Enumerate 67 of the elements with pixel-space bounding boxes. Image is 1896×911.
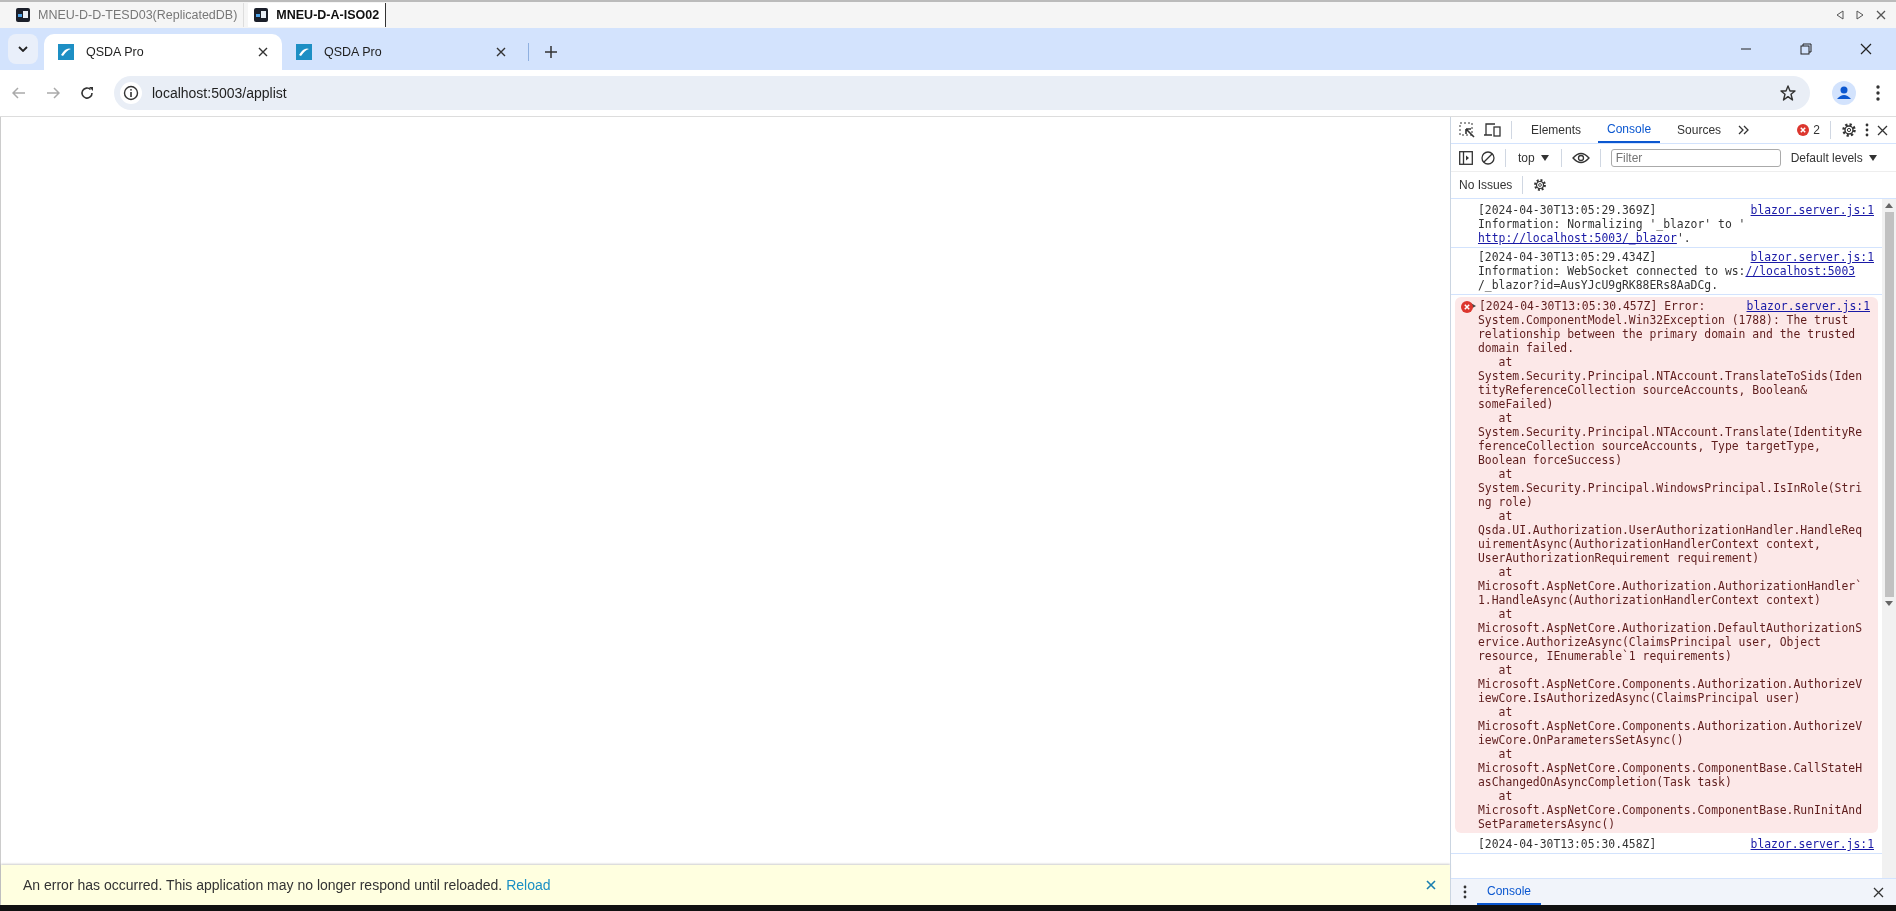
url-link[interactable]: //localhost:5003 bbox=[1745, 264, 1856, 278]
menu-icon[interactable] bbox=[1876, 85, 1880, 101]
address-bar[interactable]: localhost:5003/applist bbox=[114, 76, 1810, 110]
close-icon[interactable] bbox=[496, 47, 506, 57]
monitor-icon bbox=[16, 8, 30, 22]
device-toolbar-icon[interactable] bbox=[1483, 123, 1501, 137]
sidebar-toggle-icon[interactable] bbox=[1459, 150, 1473, 165]
menu-icon[interactable] bbox=[1463, 885, 1467, 899]
log-timestamp: [2024-04-30T13:05:29.369Z] bbox=[1478, 203, 1657, 217]
error-message: An error has occurred. This application may no longer respond until reloaded. bbox=[23, 877, 503, 893]
devtools-tab[interactable]: Elements bbox=[1522, 117, 1591, 143]
app-logo-icon bbox=[296, 44, 312, 60]
info-icon[interactable] bbox=[120, 82, 142, 104]
log-levels-dropdown[interactable]: Default levels bbox=[1788, 150, 1879, 165]
settings-icon[interactable] bbox=[1841, 122, 1857, 138]
settings-icon[interactable] bbox=[1533, 178, 1548, 192]
log-message-text: System.ComponentModel.Win32Exception (1788): The trust relationship between the primary domain and the trusted domain failed. at System.Security.Principal.NTAccount.TranslateToSids(Iden tityReferenceCollection sourceAccounts, Boolean& someFailed) at System.Security.Principal.NTAccount.Translate(IdentityRe ferenceCollection sourceAccounts, Type targetType, Boolean forceSuccess) at System.Security.Principal.WindowsPrincipal.IsInRole(Stri ng role) at Qsda.UI.Authorization.UserAuthorizationHandler.HandleReq uirementAsync(AuthorizationHandlerContext context, UserAuthorizationRequirement requirement) at Microsoft.AspNetCore.Authorization.AuthorizationHandler` 1.HandleAsync(AuthorizationHandlerContext context) at Microsoft.AspNetCore.Authorization.DefaultAuthorizationS ervice.AuthorizeAsync(ClaimsPrincipal user, Object resource, IEnumerable`1 requirements) at Microsoft.AspNetCore.Components.Authorization.AuthorizeV iewCore.IsAuthorizedAsync(ClaimsPrincipal user) at Microsoft.AspNetCore.Components.Authorization.AuthorizeV iewCore.OnParametersSetAsync() at Microsoft.AspNetCore.Components.ComponentBase.CallStateH asChangedOnAsyncCompletion(Task task) at Microsoft.AspNetCore.Components.ComponentBase.RunInitAnd SetParametersAsync() bbox=[1478, 313, 1864, 831]
source-link[interactable]: blazor.server.js:1 bbox=[1750, 837, 1874, 851]
error-icon bbox=[1797, 124, 1810, 136]
url-link[interactable]: http://localhost:5003/_blazor bbox=[1478, 231, 1677, 245]
filter-field[interactable]: Filter bbox=[1610, 148, 1781, 167]
scroll-down-icon[interactable] bbox=[1885, 601, 1893, 606]
expand-triangle-icon[interactable] bbox=[1469, 302, 1476, 310]
scrollbar[interactable] bbox=[1882, 199, 1896, 878]
caret-icon bbox=[1868, 154, 1877, 161]
source-link[interactable]: blazor.server.js:1 bbox=[1750, 250, 1874, 264]
log-message-text: Information: Normalizing '_blazor' to ' http://localhost:5003/_blazor'. bbox=[1478, 217, 1747, 245]
log-timestamp: [2024-04-30T13:05:30.458Z] bbox=[1478, 837, 1657, 851]
issues-status: No Issues bbox=[1459, 178, 1513, 192]
reload-icon[interactable] bbox=[80, 86, 94, 100]
remote-session-tab[interactable]: MNEU-D-D-TESD03(ReplicatedDB) bbox=[10, 3, 245, 27]
close-icon[interactable] bbox=[1873, 886, 1884, 898]
close-icon[interactable] bbox=[258, 47, 268, 57]
log-message-text: Information: WebSocket connected to ws://localhost:5003 /_blazor?id=AusYJcU9gRK88ERs8AaDCg. bbox=[1478, 264, 1857, 292]
source-link[interactable]: blazor.server.js:1 bbox=[1746, 299, 1870, 313]
devtools-tab[interactable]: Console bbox=[1598, 117, 1661, 143]
devtools-tab[interactable]: Sources bbox=[1668, 117, 1731, 143]
menu-icon[interactable] bbox=[1865, 123, 1869, 137]
clear-console-icon[interactable] bbox=[1481, 150, 1495, 165]
scroll-up-icon[interactable] bbox=[1885, 203, 1893, 208]
profile-avatar-icon[interactable] bbox=[1832, 81, 1856, 105]
browser-tab[interactable]: QSDA Pro bbox=[282, 34, 520, 70]
browser-tab[interactable]: QSDA Pro bbox=[44, 34, 282, 70]
reload-link[interactable]: Reload bbox=[506, 877, 551, 893]
inspect-element-icon[interactable] bbox=[1459, 122, 1475, 138]
more-tabs-icon[interactable] bbox=[1738, 125, 1751, 135]
close-icon[interactable] bbox=[1860, 43, 1872, 55]
context-dropdown[interactable]: top bbox=[1516, 150, 1551, 165]
close-icon[interactable] bbox=[1876, 10, 1886, 20]
source-link[interactable]: blazor.server.js:1 bbox=[1750, 203, 1874, 217]
close-icon[interactable] bbox=[1877, 124, 1888, 136]
tab-search-button[interactable] bbox=[8, 34, 38, 64]
scroll-left-icon[interactable] bbox=[1836, 10, 1844, 20]
eye-icon[interactable] bbox=[1571, 151, 1590, 164]
remote-session-tab[interactable]: MNEU-D-A-ISO02 bbox=[248, 3, 387, 27]
error-count[interactable]: 2 bbox=[1813, 123, 1820, 137]
caret-icon bbox=[1540, 154, 1549, 161]
star-icon[interactable] bbox=[1780, 85, 1796, 101]
plus-icon[interactable] bbox=[545, 46, 557, 58]
chevron-down-icon bbox=[18, 46, 28, 52]
error-icon bbox=[1461, 301, 1473, 313]
scroll-right-icon[interactable] bbox=[1856, 10, 1864, 20]
log-timestamp: [2024-04-30T13:05:30.457Z] Error: bbox=[1479, 299, 1706, 313]
monitor-icon bbox=[254, 8, 269, 22]
restore-icon[interactable] bbox=[1800, 43, 1812, 55]
app-logo-icon bbox=[58, 44, 74, 60]
log-timestamp: [2024-04-30T13:05:29.434Z] bbox=[1478, 250, 1657, 264]
